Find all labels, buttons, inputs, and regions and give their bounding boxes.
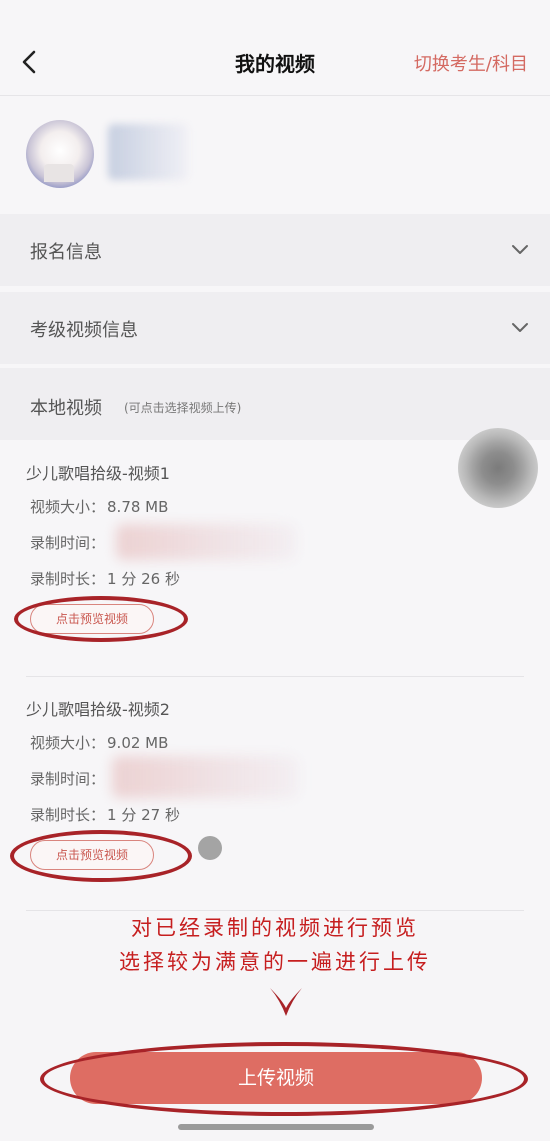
arrow-down-icon <box>270 988 302 1016</box>
video-size-value: 8.78 MB <box>107 498 169 516</box>
floating-assistive-button[interactable] <box>458 428 538 508</box>
video-time-row: 录制时间： <box>30 532 105 553</box>
video-duration-value: 1 分 27 秒 <box>107 806 180 824</box>
highlight-ellipse <box>14 596 188 642</box>
blurred-record-time <box>116 524 296 560</box>
section-registration-info[interactable]: 报名信息 <box>0 214 550 286</box>
section-label: 报名信息 <box>30 242 102 263</box>
video-time-label: 录制时间： <box>30 770 106 788</box>
video-time-row: 录制时间： <box>30 768 105 789</box>
chevron-down-icon <box>512 323 528 332</box>
video-duration-value: 1 分 26 秒 <box>107 570 180 588</box>
video-size-value: 9.02 MB <box>107 734 169 752</box>
annotation-line-1: 对已经录制的视频进行预览 <box>131 916 419 940</box>
video-size-row: 视频大小： 8.78 MB <box>30 496 168 517</box>
video-duration-row: 录制时长： 1 分 27 秒 <box>30 804 180 825</box>
video-duration-label: 录制时长： <box>30 806 106 824</box>
video-size-row: 视频大小： 9.02 MB <box>30 732 168 753</box>
highlight-ellipse <box>10 830 192 882</box>
divider <box>26 676 524 677</box>
home-indicator <box>178 1124 374 1130</box>
section-label: 本地视频 <box>30 398 102 419</box>
video-duration-label: 录制时长： <box>30 570 106 588</box>
video-size-label: 视频大小： <box>30 734 106 752</box>
chevron-down-icon <box>512 245 528 254</box>
section-hint: (可点击选择视频上传) <box>124 401 242 415</box>
gray-dot <box>198 836 222 860</box>
section-label: 考级视频信息 <box>30 320 138 341</box>
avatar <box>26 120 94 188</box>
annotation-line-2: 选择较为满意的一遍进行上传 <box>119 950 431 974</box>
blurred-record-time <box>112 756 298 798</box>
section-exam-video-info[interactable]: 考级视频信息 <box>0 292 550 364</box>
video-duration-row: 录制时长： 1 分 26 秒 <box>30 568 180 589</box>
highlight-ellipse <box>40 1042 528 1116</box>
video-size-label: 视频大小： <box>30 498 106 516</box>
video-list: 少儿歌唱拾级-视频1 视频大小： 8.78 MB 录制时间： 录制时长： 1 分 2… <box>0 440 550 920</box>
divider <box>26 910 524 911</box>
profile-header <box>0 96 550 214</box>
blurred-username <box>108 124 188 180</box>
section-local-video: 本地视频 (可点击选择视频上传) <box>0 368 550 440</box>
video-title: 少儿歌唱拾级-视频2 <box>26 700 170 719</box>
switch-candidate-subject-link[interactable]: 切换考生/科目 <box>414 50 528 76</box>
navigation-bar: 我的视频 切换考生/科目 <box>0 0 550 96</box>
video-title: 少儿歌唱拾级-视频1 <box>26 464 170 483</box>
video-time-label: 录制时间： <box>30 534 106 552</box>
